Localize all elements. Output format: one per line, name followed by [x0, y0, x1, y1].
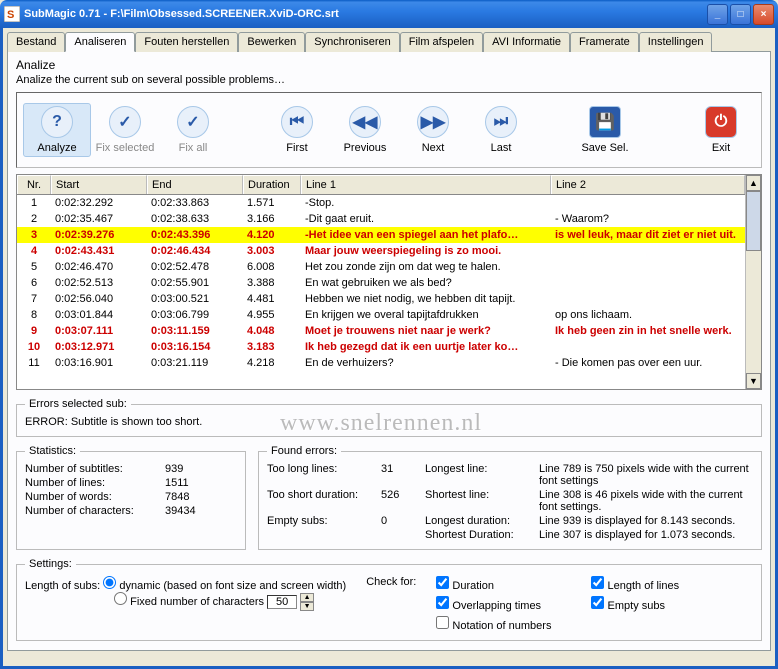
settings-fieldset: Settings: Length of subs: dynamic (based… — [16, 558, 762, 641]
fixed-chars-input[interactable] — [267, 595, 297, 609]
table-row[interactable]: 20:02:35.4670:02:38.6333.166-Dit gaat er… — [17, 211, 745, 227]
spin-up[interactable]: ▲ — [300, 593, 314, 602]
check-empty[interactable]: Empty subs — [591, 596, 679, 612]
stats-fieldset: Statistics: Number of subtitles:939Numbe… — [16, 445, 246, 550]
subtitle-grid[interactable]: Nr. Start End Duration Line 1 Line 2 10:… — [16, 174, 762, 390]
tab-sync[interactable]: Synchroniseren — [305, 32, 399, 52]
titlebar: S SubMagic 0.71 - F:\Film\Obsessed.SCREE… — [0, 0, 778, 28]
minimize-button[interactable]: _ — [707, 4, 728, 25]
tab-bestand[interactable]: Bestand — [7, 32, 65, 52]
scroll-up-button[interactable]: ▲ — [746, 175, 761, 191]
radio-fixed[interactable]: Fixed number of characters — [114, 596, 264, 608]
error-message: ERROR: Subtitle is shown too short. — [25, 416, 753, 428]
check-label: Check for: — [366, 576, 416, 588]
tab-analiseren[interactable]: Analiseren — [65, 32, 135, 52]
length-label: Length of subs: — [25, 580, 100, 592]
table-row[interactable]: 30:02:39.2760:02:43.3964.120-Het idee va… — [17, 227, 745, 243]
tab-fouten[interactable]: Fouten herstellen — [135, 32, 238, 52]
fixall-icon: ✓ — [177, 106, 209, 138]
save-icon: 💾 — [589, 106, 621, 138]
col-start[interactable]: Start — [51, 175, 147, 194]
check-duration[interactable]: Duration — [436, 576, 551, 592]
tab-bewerken[interactable]: Bewerken — [238, 32, 305, 52]
fix-selected-button[interactable]: ✓Fix selected — [91, 106, 159, 154]
exit-button[interactable]: ⏻Exit — [687, 106, 755, 154]
panel-title: Analize — [16, 58, 762, 72]
toolbar: ?Analyze ✓Fix selected ✓Fix all ⏮First ◀… — [16, 92, 762, 168]
prev-icon: ◀◀ — [349, 106, 381, 138]
svg-text:S: S — [7, 9, 14, 21]
stats-legend: Statistics: — [25, 445, 80, 457]
check-overlap[interactable]: Overlapping times — [436, 596, 551, 612]
col-dur[interactable]: Duration — [243, 175, 301, 194]
errors-fieldset: Errors selected sub: ERROR: Subtitle is … — [16, 398, 762, 437]
maximize-button[interactable]: □ — [730, 4, 751, 25]
last-button[interactable]: ⏭Last — [467, 106, 535, 154]
fix-icon: ✓ — [109, 106, 141, 138]
table-row[interactable]: 50:02:46.4700:02:52.4786.008Het zou zond… — [17, 259, 745, 275]
col-nr[interactable]: Nr. — [17, 175, 51, 194]
first-button[interactable]: ⏮First — [263, 106, 331, 154]
check-length[interactable]: Length of lines — [591, 576, 679, 592]
fix-all-button[interactable]: ✓Fix all — [159, 106, 227, 154]
main-tabs: Bestand Analiseren Fouten herstellen Bew… — [7, 32, 771, 52]
spin-down[interactable]: ▼ — [300, 602, 314, 611]
last-icon: ⏭ — [485, 106, 517, 138]
tab-film[interactable]: Film afspelen — [400, 32, 483, 52]
exit-icon: ⏻ — [705, 106, 737, 138]
close-button[interactable]: × — [753, 4, 774, 25]
app-icon: S — [4, 6, 20, 22]
table-row[interactable]: 80:03:01.8440:03:06.7994.955En krijgen w… — [17, 307, 745, 323]
next-icon: ▶▶ — [417, 106, 449, 138]
tab-avi[interactable]: AVI Informatie — [483, 32, 570, 52]
table-row[interactable]: 110:03:16.9010:03:21.1194.218En de verhu… — [17, 355, 745, 371]
radio-dynamic[interactable]: dynamic (based on font size and screen w… — [103, 580, 346, 592]
table-row[interactable]: 70:02:56.0400:03:00.5214.481Hebben we ni… — [17, 291, 745, 307]
found-fieldset: Found errors: Too long lines:31Longest l… — [258, 445, 762, 550]
col-end[interactable]: End — [147, 175, 243, 194]
analyze-button[interactable]: ?Analyze — [23, 103, 91, 157]
table-row[interactable]: 40:02:43.4310:02:46.4343.003Maar jouw we… — [17, 243, 745, 259]
grid-header: Nr. Start End Duration Line 1 Line 2 — [17, 175, 745, 195]
found-legend: Found errors: — [267, 445, 341, 457]
col-l2[interactable]: Line 2 — [551, 175, 745, 194]
analyze-icon: ? — [41, 106, 73, 138]
check-notation[interactable]: Notation of numbers — [436, 616, 551, 632]
grid-scrollbar[interactable]: ▲ ▼ — [745, 175, 761, 389]
table-row[interactable]: 10:02:32.2920:02:33.8631.571-Stop. — [17, 195, 745, 211]
save-button[interactable]: 💾Save Sel. — [571, 106, 639, 154]
col-l1[interactable]: Line 1 — [301, 175, 551, 194]
prev-button[interactable]: ◀◀Previous — [331, 106, 399, 154]
errors-legend: Errors selected sub: — [25, 398, 131, 410]
window-title: SubMagic 0.71 - F:\Film\Obsessed.SCREENE… — [24, 8, 707, 20]
scroll-down-button[interactable]: ▼ — [746, 373, 761, 389]
next-button[interactable]: ▶▶Next — [399, 106, 467, 154]
settings-legend: Settings: — [25, 558, 76, 570]
tab-instellingen[interactable]: Instellingen — [639, 32, 713, 52]
first-icon: ⏮ — [281, 106, 313, 138]
table-row[interactable]: 100:03:12.9710:03:16.1543.183Ik heb geze… — [17, 339, 745, 355]
panel-subtitle: Analize the current sub on several possi… — [16, 74, 762, 86]
tab-framerate[interactable]: Framerate — [570, 32, 639, 52]
scroll-thumb[interactable] — [746, 191, 761, 251]
table-row[interactable]: 60:02:52.5130:02:55.9013.388En wat gebru… — [17, 275, 745, 291]
table-row[interactable]: 90:03:07.1110:03:11.1594.048Moet je trou… — [17, 323, 745, 339]
